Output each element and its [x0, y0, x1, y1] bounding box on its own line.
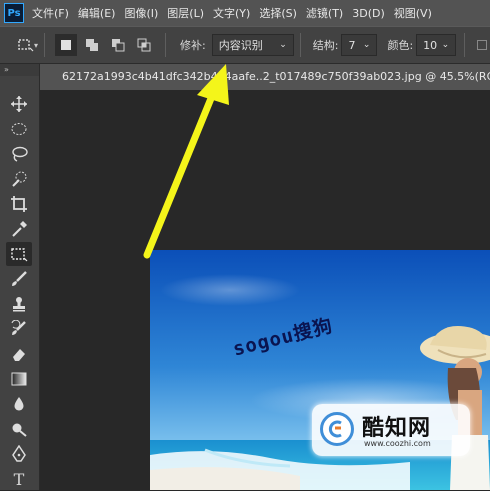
color-label: 颜色:	[387, 39, 414, 52]
new-selection-icon[interactable]	[55, 34, 78, 56]
menu-bar: Ps 文件(F) 编辑(E) 图像(I) 图层(L) 文字(Y) 选择(S) 滤…	[0, 0, 490, 26]
intersect-selection-icon[interactable]	[133, 34, 155, 56]
brush-tool-icon[interactable]	[6, 267, 32, 291]
menu-select[interactable]: 选择(S)	[259, 5, 297, 21]
patch-label: 修补:	[180, 39, 206, 52]
color-select[interactable]: 10 ⌄	[416, 34, 457, 56]
eraser-tool-icon[interactable]	[6, 342, 32, 366]
menu-edit[interactable]: 编辑(E)	[78, 5, 116, 21]
menu-3d[interactable]: 3D(D)	[352, 7, 385, 20]
watermark-logo-icon	[320, 412, 354, 446]
blur-tool-icon[interactable]	[6, 392, 32, 416]
divider	[464, 33, 466, 57]
divider	[299, 33, 301, 57]
quick-selection-icon[interactable]	[6, 167, 32, 191]
menu-image[interactable]: 图像(I)	[124, 5, 158, 21]
menu-filter[interactable]: 滤镜(T)	[306, 5, 343, 21]
menu-view[interactable]: 视图(V)	[394, 5, 432, 21]
panel-collapse-icon[interactable]: »	[0, 64, 39, 76]
menu-file[interactable]: 文件(F)	[32, 5, 69, 21]
clone-stamp-icon[interactable]	[6, 292, 32, 316]
patch-mode-select[interactable]: 内容识别 ⌄	[211, 34, 294, 56]
chevron-down-icon[interactable]: ▾	[34, 41, 38, 50]
subtract-selection-icon[interactable]	[107, 34, 129, 56]
history-brush-icon[interactable]	[6, 317, 32, 341]
watermark-brand: 酷知网	[362, 416, 432, 441]
structure-label: 结构:	[312, 39, 339, 52]
elliptical-marquee-icon[interactable]	[6, 117, 32, 141]
type-tool-icon[interactable]: T	[6, 467, 32, 491]
chevron-down-icon: ⌄	[279, 40, 287, 50]
dodge-tool-icon[interactable]	[6, 417, 32, 441]
divider	[44, 33, 46, 57]
patch-mode-value: 内容识别	[218, 39, 263, 52]
options-bar: ▾ 修补: 内容识别 ⌄ 结构: 7 ⌄ 颜色: 10 ⌄	[0, 26, 490, 64]
move-tool-icon[interactable]	[6, 92, 32, 116]
watermark-url: www.coozhi.com	[364, 439, 431, 448]
menu-layer[interactable]: 图层(L)	[167, 5, 204, 21]
patch-tool-icon[interactable]	[6, 242, 32, 266]
gradient-tool-icon[interactable]	[6, 367, 32, 391]
structure-value: 7	[348, 38, 356, 52]
sample-all-layers-checkbox[interactable]	[477, 40, 488, 50]
pen-tool-icon[interactable]	[6, 442, 32, 466]
document-tab-bar: 62172a1993c4b41dfc342b484aafe..2_t017489…	[40, 63, 490, 90]
document-tab-title: 62172a1993c4b41dfc342b484aafe..2_t017489…	[62, 70, 490, 83]
document-tab[interactable]: 62172a1993c4b41dfc342b484aafe..2_t017489…	[40, 63, 490, 90]
menu-type[interactable]: 文字(Y)	[213, 5, 250, 21]
patch-tool-preset-icon[interactable]	[14, 34, 36, 56]
lasso-tool-icon[interactable]	[6, 142, 32, 166]
add-selection-icon[interactable]	[81, 34, 103, 56]
site-watermark: 酷知网 www.coozhi.com	[312, 404, 470, 456]
photoshop-logo: Ps	[4, 3, 24, 23]
color-value: 10	[423, 38, 438, 52]
divider	[165, 33, 167, 57]
chevron-down-icon: ⌄	[362, 40, 371, 50]
structure-select[interactable]: 7 ⌄	[341, 34, 378, 56]
chevron-down-icon: ⌄	[441, 40, 450, 50]
tools-panel: » T	[0, 64, 40, 490]
crop-tool-icon[interactable]	[6, 192, 32, 216]
eyedropper-icon[interactable]	[6, 217, 32, 241]
